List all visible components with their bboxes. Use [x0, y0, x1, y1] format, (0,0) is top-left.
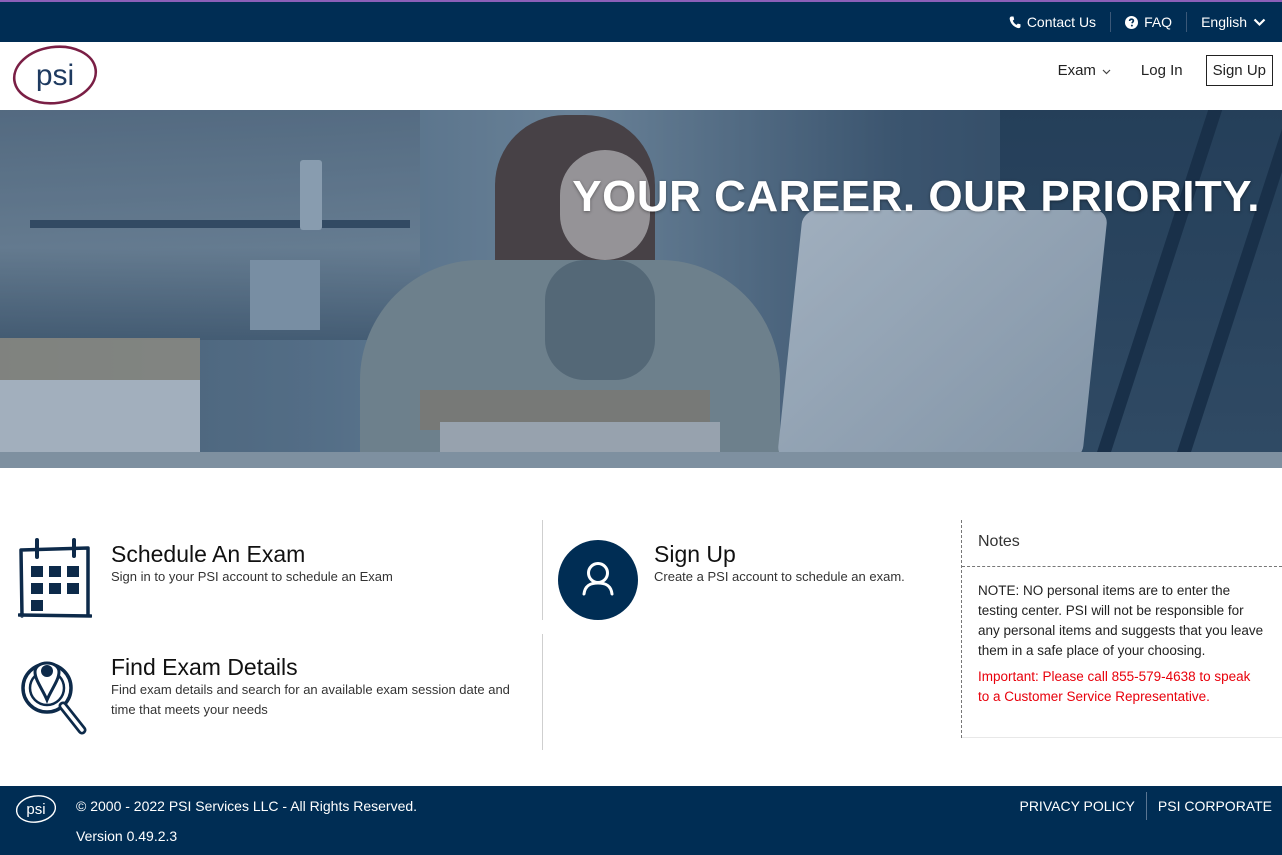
utility-bar: Contact Us FAQ English [0, 2, 1282, 42]
card-description: Create a PSI account to schedule an exam… [654, 569, 905, 584]
chevron-down-icon [1253, 18, 1266, 27]
svg-text:psi: psi [26, 801, 45, 818]
user-icon [558, 540, 638, 625]
version-text: Version 0.49.2.3 [76, 828, 178, 844]
divider [962, 737, 1282, 738]
hero-headline: YOUR CAREER. OUR PRIORITY. [572, 172, 1260, 221]
hero-image [0, 110, 1282, 468]
notes-panel: Notes NOTE: NO personal items are to ent… [961, 520, 1282, 738]
psi-logo[interactable]: psi [12, 45, 98, 105]
main-navbar: psi Exam Log In Sign Up [0, 42, 1282, 110]
contact-us-link[interactable]: Contact Us [995, 14, 1110, 30]
chevron-down-icon [1102, 62, 1111, 79]
divider [542, 634, 543, 750]
question-circle-icon [1125, 15, 1139, 29]
exam-menu[interactable]: Exam [1043, 62, 1126, 79]
card-title: Schedule An Exam [111, 541, 306, 567]
divider [542, 520, 543, 620]
notes-title: Notes [962, 520, 1282, 567]
card-description: Find exam details and search for an avai… [111, 682, 510, 717]
login-label: Log In [1140, 62, 1183, 79]
copyright-text: © 2000 - 2022 PSI Services LLC - All Rig… [76, 798, 418, 814]
location-search-icon [20, 652, 92, 741]
schedule-exam-card[interactable]: Schedule An Exam Sign in to your PSI acc… [17, 538, 528, 618]
calendar-icon [17, 538, 93, 623]
signup-card[interactable]: Sign Up Create a PSI account to schedule… [558, 540, 938, 620]
notes-text: NOTE: NO personal items are to enter the… [978, 583, 1264, 658]
footer-psi-logo: psi [15, 794, 57, 829]
hero-banner: YOUR CAREER. OUR PRIORITY. [0, 110, 1282, 468]
login-link[interactable]: Log In [1126, 62, 1198, 79]
faq-label: FAQ [1144, 14, 1173, 30]
card-title: Sign Up [654, 541, 736, 567]
logo-text: psi [36, 59, 74, 92]
signup-button[interactable]: Sign Up [1205, 55, 1273, 86]
card-title: Find Exam Details [111, 654, 298, 680]
card-description: Sign in to your PSI account to schedule … [111, 569, 393, 584]
privacy-policy-link[interactable]: PRIVACY POLICY [1008, 798, 1145, 814]
contact-us-label: Contact Us [1026, 14, 1097, 30]
phone-icon [1009, 16, 1021, 29]
psi-corporate-link[interactable]: PSI CORPORATE [1147, 798, 1272, 814]
important-notice: Important: Please call 855-579-4638 to s… [978, 669, 1251, 704]
faq-link[interactable]: FAQ [1111, 14, 1186, 30]
language-selector[interactable]: English [1187, 14, 1266, 30]
footer: psi © 2000 - 2022 PSI Services LLC - All… [0, 786, 1282, 855]
exam-menu-label: Exam [1057, 62, 1096, 79]
find-exam-details-card[interactable]: Find Exam Details Find exam details and … [18, 650, 528, 740]
language-label: English [1201, 14, 1247, 30]
